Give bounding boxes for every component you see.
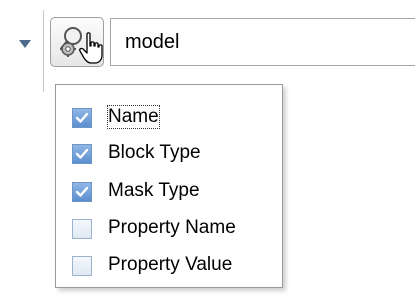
search-options-button[interactable] <box>50 17 104 67</box>
menu-item-label: Mask Type <box>108 180 200 201</box>
menu-item-mask-type[interactable]: Mask Type <box>72 173 272 209</box>
mask-type-checkbox[interactable] <box>72 182 92 202</box>
menu-item-block-type[interactable]: Block Type <box>72 135 272 171</box>
search-toolbar <box>0 0 415 96</box>
menu-item-property-name[interactable]: Property Name <box>72 210 272 246</box>
property-value-checkbox[interactable] <box>72 256 92 276</box>
search-panel: Name Block Type Mask Type Property Name <box>0 0 415 297</box>
toolbar-divider <box>43 10 44 92</box>
checkmark-icon <box>75 148 89 159</box>
menu-item-label: Name <box>107 105 160 129</box>
search-options-menu: Name Block Type Mask Type Property Name <box>55 84 283 288</box>
menu-item-label: Property Name <box>108 217 236 238</box>
menu-item-label: Property Value <box>108 254 233 275</box>
checkmark-icon <box>75 112 89 123</box>
menu-item-name[interactable]: Name <box>72 99 272 135</box>
hand-pointer-icon <box>79 32 103 64</box>
triangle-down-icon[interactable] <box>19 40 31 48</box>
block-type-checkbox[interactable] <box>72 144 92 164</box>
name-checkbox[interactable] <box>72 108 92 128</box>
menu-item-property-value[interactable]: Property Value <box>72 247 272 283</box>
menu-item-label: Block Type <box>108 142 201 163</box>
search-input[interactable] <box>110 18 415 66</box>
property-name-checkbox[interactable] <box>72 219 92 239</box>
checkmark-icon <box>75 186 89 197</box>
